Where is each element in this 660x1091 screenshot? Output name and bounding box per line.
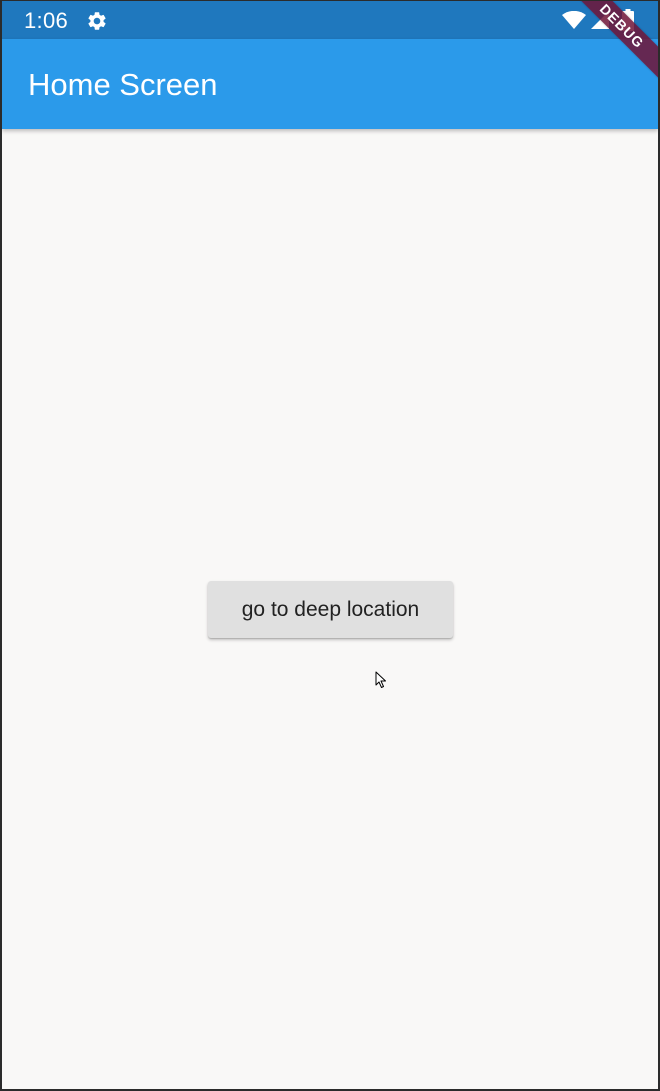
- page-title: Home Screen: [28, 67, 218, 102]
- go-to-deep-location-button[interactable]: go to deep location: [208, 581, 453, 638]
- status-bar: 1:06: [2, 1, 658, 39]
- mouse-pointer-icon: [375, 671, 387, 689]
- status-time: 1:06: [24, 8, 69, 33]
- gear-icon: [86, 10, 108, 32]
- wifi-icon: [562, 10, 586, 29]
- main-content: go to deep location: [2, 129, 658, 1089]
- device-screen: 1:06 Home Screen go to deep location DEB…: [2, 1, 658, 1089]
- app-bar: Home Screen: [2, 39, 658, 129]
